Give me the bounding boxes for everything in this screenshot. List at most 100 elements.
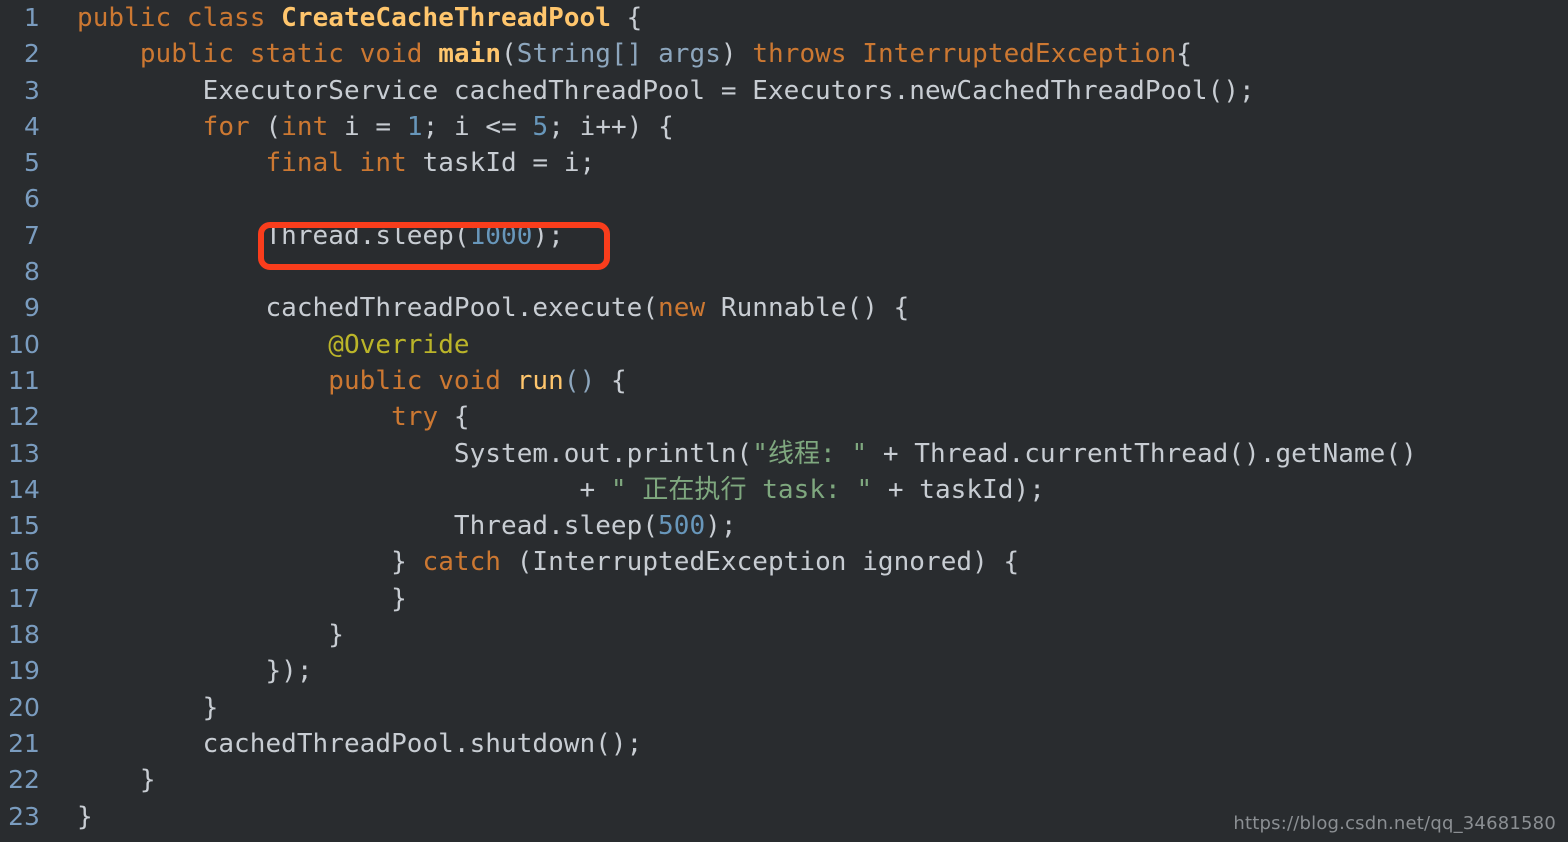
code-line[interactable]: 6 (0, 181, 1568, 217)
line-number: 5 (24, 148, 40, 178)
code-token: 1 (406, 111, 423, 142)
code-line[interactable]: 20 } (0, 690, 1568, 726)
line-number: 1 (24, 3, 40, 32)
code-token: } (77, 583, 407, 614)
line-number: 17 (8, 583, 40, 613)
code-token: { (1176, 39, 1193, 70)
code-token: try (391, 402, 439, 433)
code-token: 1000 (469, 220, 533, 251)
line-number: 7 (24, 220, 40, 250)
code-line-text[interactable]: try { (77, 399, 470, 435)
code-line[interactable]: 15 Thread.sleep(500); (0, 508, 1568, 544)
line-number: 18 (8, 620, 40, 650)
line-number: 15 (8, 511, 40, 541)
code-line-text[interactable]: } catch (InterruptedException ignored) { (77, 544, 1019, 580)
code-line-text[interactable]: Thread.sleep(500); (77, 508, 737, 544)
code-line[interactable]: 17 } (0, 581, 1568, 617)
code-token: + (77, 474, 611, 505)
code-line-text[interactable]: public static void main(String[] args) t… (77, 36, 1192, 72)
code-token: }); (77, 656, 313, 687)
code-token: ) (579, 365, 596, 396)
code-token: + Thread.currentThread().getName() (867, 438, 1417, 469)
code-token: for (202, 111, 250, 142)
code-token: throws InterruptedException (752, 39, 1177, 70)
code-token: String[] args (516, 39, 721, 70)
code-line[interactable]: 8 (0, 254, 1568, 290)
code-token: run (516, 365, 564, 396)
line-number: 10 (8, 329, 40, 359)
code-token: (InterruptedException ignored) { (501, 547, 1020, 578)
code-token: Runnable() { (705, 293, 910, 324)
code-token: { (595, 365, 627, 396)
code-line[interactable]: 4 for (int i = 1; i <= 5; i++) { (0, 109, 1568, 145)
code-token: 5 (532, 111, 549, 142)
code-line[interactable]: 2 public static void main(String[] args)… (0, 36, 1568, 72)
code-line-text[interactable]: public void run() { (77, 363, 627, 399)
code-token: 500 (658, 511, 706, 542)
code-token: final int (265, 148, 407, 179)
code-line[interactable]: 12 try { (0, 399, 1568, 435)
line-number: 23 (8, 801, 40, 831)
line-number: 19 (8, 656, 40, 686)
code-token: } (77, 620, 344, 651)
code-token: cachedThreadPool.shutdown(); (77, 728, 643, 759)
code-line[interactable]: 5 final int taskId = i; (0, 145, 1568, 181)
watermark-url: https://blog.csdn.net/qq_34681580 (1233, 813, 1556, 834)
line-number: 4 (24, 111, 40, 141)
code-line-text[interactable]: } (77, 617, 344, 653)
code-line[interactable]: 21 cachedThreadPool.shutdown(); (0, 726, 1568, 762)
code-line-text[interactable]: + " 正在执行 task: " + taskId); (77, 472, 1045, 508)
code-token: } (77, 692, 219, 723)
code-line-text[interactable]: final int taskId = i; (77, 145, 595, 181)
code-line-text[interactable]: } (77, 690, 219, 726)
code-line[interactable]: 13 System.out.println("线程: " + Thread.cu… (0, 436, 1568, 472)
code-line[interactable]: 19 }); (0, 653, 1568, 689)
code-line-text[interactable]: for (int i = 1; i <= 5; i++) { (77, 109, 674, 145)
line-number: 16 (8, 547, 40, 577)
line-number: 3 (24, 75, 40, 105)
code-token: main (438, 39, 502, 70)
code-line[interactable]: 14 + " 正在执行 task: " + taskId); (0, 472, 1568, 508)
code-line[interactable]: 11 public void run() { (0, 363, 1568, 399)
code-line[interactable]: 1 public class CreateCacheThreadPool { (0, 0, 1568, 36)
code-token: ( (563, 365, 580, 396)
code-line[interactable]: 22 } (0, 762, 1568, 798)
code-lines-container: 1 public class CreateCacheThreadPool {2 p… (0, 0, 1568, 842)
code-line-text[interactable]: cachedThreadPool.execute(new Runnable() … (77, 290, 909, 326)
code-token: ; i <= (422, 111, 533, 142)
code-line-text[interactable]: } (77, 581, 407, 617)
code-token: } (77, 801, 93, 832)
code-line[interactable]: 9 cachedThreadPool.execute(new Runnable(… (0, 290, 1568, 326)
code-line-text[interactable]: System.out.println("线程: " + Thread.curre… (77, 436, 1417, 472)
line-number: 11 (8, 365, 40, 395)
code-line-text[interactable]: cachedThreadPool.shutdown(); (77, 726, 643, 762)
code-line-text[interactable]: Thread.sleep(1000); (77, 218, 564, 254)
code-line-text[interactable]: ExecutorService cachedThreadPool = Execu… (77, 73, 1255, 109)
code-line-text[interactable]: }); (77, 653, 313, 689)
code-editor-view: 1 public class CreateCacheThreadPool {2 p… (0, 0, 1568, 842)
code-line[interactable]: 7 Thread.sleep(1000); (0, 218, 1568, 254)
code-line-text[interactable]: } (77, 799, 93, 835)
code-line-text[interactable]: } (77, 762, 156, 798)
code-line[interactable]: 18 } (0, 617, 1568, 653)
code-token: ); (532, 220, 564, 251)
code-token: } (77, 547, 423, 578)
code-line-text[interactable]: @Override (77, 327, 470, 363)
code-token: ); (705, 511, 737, 542)
code-line[interactable]: 10 @Override (0, 327, 1568, 363)
code-line[interactable]: 16 } catch (InterruptedException ignored… (0, 544, 1568, 580)
code-token: ( (501, 39, 517, 70)
code-token: System.out.println( (77, 438, 753, 469)
line-number: 6 (24, 184, 40, 214)
line-number: 14 (8, 474, 40, 504)
line-number: 8 (24, 257, 40, 287)
code-line-text[interactable]: public class CreateCacheThreadPool { (77, 0, 642, 36)
line-number: 13 (8, 438, 40, 468)
code-token: ExecutorService cachedThreadPool = Execu… (77, 75, 1255, 106)
code-line[interactable]: 3 ExecutorService cachedThreadPool = Exe… (0, 73, 1568, 109)
code-token: Thread.sleep( (77, 511, 659, 542)
